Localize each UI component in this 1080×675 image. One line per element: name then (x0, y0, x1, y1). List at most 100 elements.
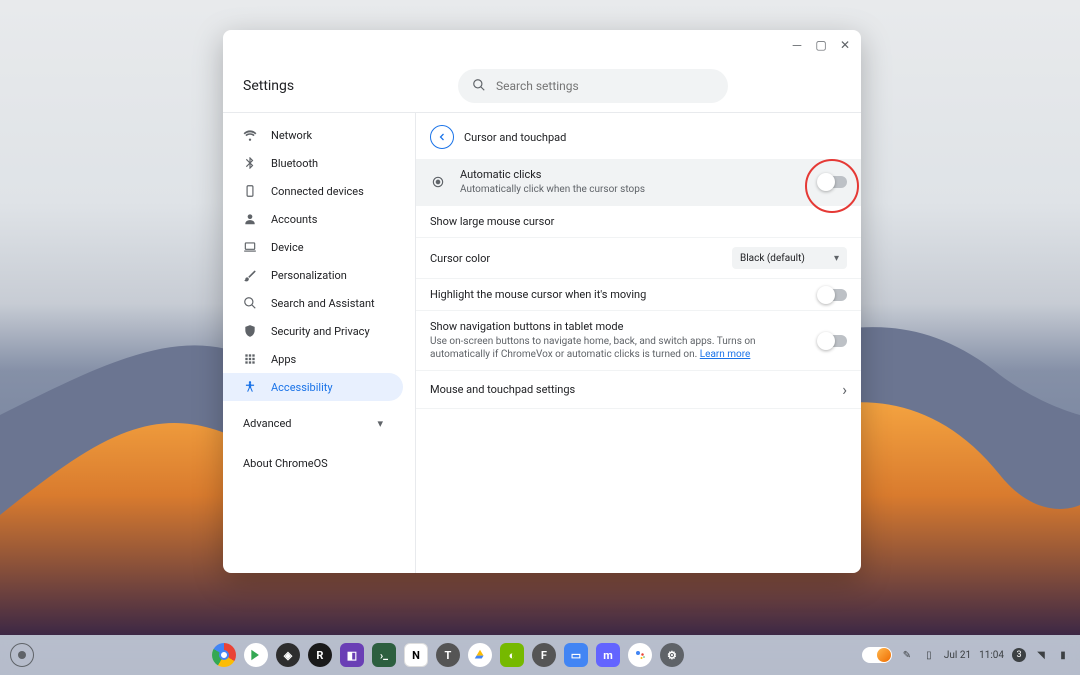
sidebar-item-apps[interactable]: Apps (223, 345, 403, 373)
sidebar-item-label: Accounts (271, 213, 317, 226)
wifi-icon (243, 128, 257, 142)
brush-icon (243, 268, 257, 282)
page-title: Cursor and touchpad (464, 131, 566, 144)
sidebar-item-label: Personalization (271, 269, 347, 282)
learn-more-link[interactable]: Learn more (700, 349, 751, 360)
row-title: Cursor color (430, 252, 720, 265)
sidebar-item-device[interactable]: Device (223, 233, 403, 261)
shelf-app-t[interactable]: T (436, 643, 460, 667)
row-cursor-color: Cursor color Black (default) ▾ (416, 238, 861, 279)
shelf-app-mastodon[interactable]: m (596, 643, 620, 667)
sidebar: Network Bluetooth Connected devices Acco… (223, 113, 415, 573)
content-area: Network Bluetooth Connected devices Acco… (223, 112, 861, 573)
window-minimize-button[interactable]: － (791, 39, 803, 51)
select-value: Black (default) (740, 253, 805, 264)
chevron-right-icon: › (842, 380, 847, 399)
target-icon (430, 174, 446, 190)
shelf-app-f[interactable]: F (532, 643, 556, 667)
shelf-app-drive[interactable] (468, 643, 492, 667)
cursor-color-select[interactable]: Black (default) ▾ (732, 247, 847, 269)
breadcrumb: Cursor and touchpad (416, 121, 861, 159)
shelf-app-blue[interactable]: ▭ (564, 643, 588, 667)
shelf-app-play[interactable] (244, 643, 268, 667)
sidebar-item-connected-devices[interactable]: Connected devices (223, 177, 403, 205)
chevron-down-icon: ▾ (377, 417, 383, 430)
shelf-apps: ◈ R ◧ ›_ N T ◐ F ▭ m ⚙ (34, 643, 862, 667)
sidebar-item-about[interactable]: About ChromeOS (223, 449, 403, 477)
device-icon (243, 184, 257, 198)
row-title: Show navigation buttons in tablet mode (430, 320, 807, 333)
tray-date: Jul 21 (944, 650, 971, 661)
row-subtitle: Automatically click when the cursor stop… (460, 183, 807, 196)
sidebar-item-label: Bluetooth (271, 157, 318, 170)
row-highlight-cursor: Highlight the mouse cursor when it's mov… (416, 279, 861, 311)
sidebar-item-accounts[interactable]: Accounts (223, 205, 403, 233)
shelf-app-chrome[interactable] (212, 643, 236, 667)
shield-icon (243, 324, 257, 338)
sidebar-item-label: Search and Assistant (271, 297, 375, 310)
shelf-app-purple[interactable]: ◧ (340, 643, 364, 667)
window-titlebar: － ▢ ✕ (223, 30, 861, 60)
shelf-app-r[interactable]: R (308, 643, 332, 667)
sidebar-item-personalization[interactable]: Personalization (223, 261, 403, 289)
row-title: Mouse and touchpad settings (430, 383, 830, 396)
automatic-clicks-toggle[interactable] (819, 176, 847, 188)
notifications-icon[interactable]: 3 (1012, 648, 1026, 662)
chevron-down-icon: ▾ (834, 253, 839, 264)
sidebar-item-label: Accessibility (271, 381, 333, 394)
sidebar-item-network[interactable]: Network (223, 121, 403, 149)
shelf: ◈ R ◧ ›_ N T ◐ F ▭ m ⚙ ✎ ▯ Jul 21 11:04 … (0, 635, 1080, 675)
row-title: Highlight the mouse cursor when it's mov… (430, 288, 807, 301)
sidebar-item-search[interactable]: Search and Assistant (223, 289, 403, 317)
sidebar-item-label: Device (271, 241, 304, 254)
row-title: Show large mouse cursor (430, 215, 847, 228)
row-navigation-buttons: Show navigation buttons in tablet mode U… (416, 311, 861, 371)
search-assistant-icon (243, 296, 257, 310)
search-icon (472, 78, 486, 95)
settings-window: － ▢ ✕ Settings Network Bluetooth Connect… (223, 30, 861, 573)
tray-time: 11:04 (979, 650, 1004, 661)
row-subtitle: Use on-screen buttons to navigate home, … (430, 335, 807, 361)
apps-icon (243, 352, 257, 366)
app-title: Settings (243, 78, 413, 94)
sidebar-item-label: Security and Privacy (271, 325, 370, 338)
shelf-app-terminal[interactable]: ›_ (372, 643, 396, 667)
app-header: Settings (223, 60, 861, 112)
back-button[interactable] (430, 125, 454, 149)
row-automatic-clicks[interactable]: Automatic clicks Automatically click whe… (416, 159, 861, 206)
sidebar-item-label: Advanced (243, 417, 291, 430)
phone-hub-icon[interactable]: ▯ (922, 650, 936, 661)
sidebar-item-label: Apps (271, 353, 296, 366)
nav-buttons-toggle[interactable] (819, 335, 847, 347)
sidebar-item-accessibility[interactable]: Accessibility (223, 373, 403, 401)
shelf-app-settings[interactable]: ⚙ (660, 643, 684, 667)
highlight-cursor-toggle[interactable] (819, 289, 847, 301)
shelf-app-notion[interactable]: N (404, 643, 428, 667)
shelf-app-assistant[interactable] (628, 643, 652, 667)
person-icon (243, 212, 257, 226)
battery-tray-icon: ▮ (1056, 650, 1070, 661)
row-title: Automatic clicks (460, 168, 807, 181)
window-close-button[interactable]: ✕ (839, 39, 851, 51)
window-maximize-button[interactable]: ▢ (815, 39, 827, 51)
sidebar-item-advanced[interactable]: Advanced ▾ (223, 409, 403, 437)
launcher-button[interactable] (10, 643, 34, 667)
search-box[interactable] (458, 69, 728, 103)
sidebar-item-security[interactable]: Security and Privacy (223, 317, 403, 345)
shelf-app-nvidia[interactable]: ◐ (500, 643, 524, 667)
quick-settings-pill[interactable] (862, 647, 892, 663)
search-input[interactable] (496, 79, 714, 93)
bluetooth-icon (243, 156, 257, 170)
sidebar-item-label: About ChromeOS (243, 457, 328, 470)
row-mouse-touchpad-settings[interactable]: Mouse and touchpad settings › (416, 371, 861, 409)
status-tray[interactable]: ✎ ▯ Jul 21 11:04 3 ◥ ▮ (862, 647, 1070, 663)
row-large-cursor[interactable]: Show large mouse cursor (416, 206, 861, 238)
wifi-tray-icon: ◥ (1034, 650, 1048, 661)
accessibility-icon (243, 380, 257, 394)
sidebar-item-label: Network (271, 129, 312, 142)
sidebar-item-bluetooth[interactable]: Bluetooth (223, 149, 403, 177)
main-panel: Cursor and touchpad Automatic clicks Aut… (415, 113, 861, 573)
shelf-app-obsidian[interactable]: ◈ (276, 643, 300, 667)
stylus-icon[interactable]: ✎ (900, 650, 914, 661)
sidebar-item-label: Connected devices (271, 185, 364, 198)
